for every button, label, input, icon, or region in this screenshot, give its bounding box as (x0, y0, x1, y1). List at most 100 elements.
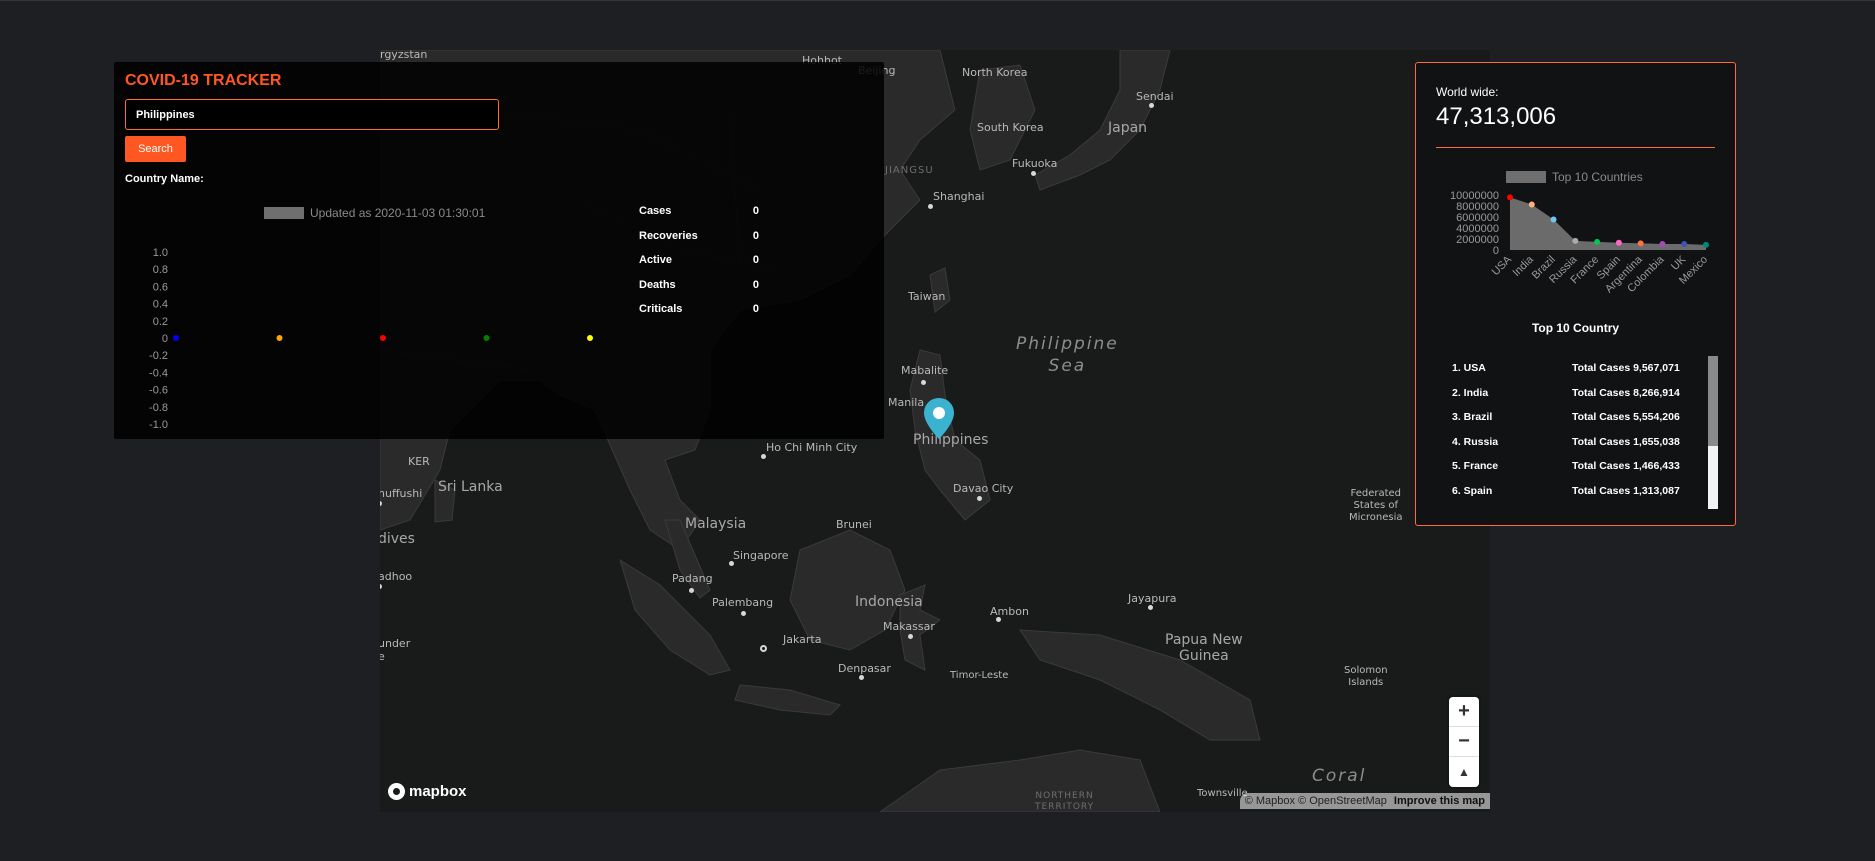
country-name: 4. Russia (1452, 435, 1499, 448)
city-dot (921, 380, 926, 385)
map-label: Davao City (953, 482, 1014, 495)
y-tick-label: 0.2 (153, 316, 168, 328)
stat-label: Criticals (639, 303, 683, 315)
stat-label: Active (639, 254, 673, 266)
map-label: dives (380, 531, 415, 547)
zoom-in-button[interactable]: + (1449, 697, 1479, 727)
map-label: Denpasar (838, 662, 891, 675)
map-label: Shanghai (933, 190, 985, 203)
y-tick-label: 0.4 (153, 299, 168, 311)
search-button[interactable]: Search (125, 136, 186, 162)
map-label: Fukuoka (1012, 157, 1058, 170)
y-tick-label: 0.6 (153, 281, 168, 293)
stat-row: Cases 0 (639, 205, 759, 230)
x-tick-label: Active (574, 431, 607, 432)
data-point (380, 335, 386, 341)
chart-legend-label: Top 10 Countries (1552, 170, 1643, 184)
country-total-cases: Total Cases 5,554,206 (1572, 411, 1680, 424)
data-point (1703, 241, 1709, 248)
world-panel: World wide: 47,313,006 Top 10 Countries … (1415, 62, 1736, 526)
list-item[interactable]: 5. France Total Cases 1,466,433 (1436, 454, 1718, 479)
map-label: Papua New Guinea (1165, 632, 1243, 664)
map-label: Mabalite (901, 364, 949, 377)
map-label: Ambon (990, 605, 1029, 618)
improve-map-link[interactable]: Improve this map (1394, 795, 1485, 807)
list-item[interactable]: 1. USA Total Cases 9,567,071 (1436, 356, 1718, 381)
map-label: Jayapura (1128, 592, 1177, 605)
divider (1436, 147, 1715, 148)
map-label: Federated States of Micronesia (1349, 488, 1403, 523)
map-label: Jakarta (783, 633, 822, 646)
country-total-cases: Total Cases 1,655,038 (1572, 435, 1680, 448)
data-point (276, 335, 283, 341)
chart-legend-swatch (264, 207, 304, 219)
map-label: adhoo (380, 570, 413, 583)
data-point (173, 335, 179, 341)
list-item[interactable]: 6. Spain Total Cases 1,313,087 (1436, 479, 1718, 504)
data-point (1528, 201, 1535, 208)
list-item[interactable]: 4. Russia Total Cases 1,655,038 (1436, 430, 1718, 455)
stats-table: Cases 0 Recoveries 0 Active 0 Deaths 0 Criticals… (639, 205, 759, 328)
world-wide-label: World wide: (1436, 85, 1499, 99)
map-label: Padang (672, 572, 713, 585)
country-name: 1. USA (1452, 362, 1486, 375)
data-point (587, 335, 593, 341)
y-tick-label: 0 (1493, 245, 1499, 257)
city-dot (741, 611, 746, 616)
map-label: huffushi (380, 487, 423, 500)
compass-button[interactable]: ▲ (1449, 757, 1479, 787)
stat-value: 0 (752, 229, 759, 242)
country-total-cases: Total Cases 9,567,071 (1572, 362, 1680, 375)
city-dot (689, 588, 694, 593)
city-dot (908, 634, 913, 639)
map-label: Palembang (712, 596, 774, 609)
map-label: Sendai (1136, 90, 1174, 103)
y-tick-label: -0.4 (149, 367, 168, 379)
map-label: Manila (888, 396, 925, 409)
location-pin-icon[interactable] (922, 397, 956, 441)
map-label: Solomon Islands (1344, 665, 1388, 688)
map-label: Taiwan (908, 290, 946, 303)
stat-label: Deaths (639, 278, 676, 291)
map-label: under e (380, 637, 411, 663)
top-countries-chart: Top 10 Countries 10000000800000060000004… (1450, 170, 1710, 295)
x-tick-label: Recoveries (456, 431, 516, 432)
country-search-input[interactable] (125, 99, 499, 130)
mapbox-logo-text: mapbox (409, 783, 467, 800)
data-point (1507, 194, 1513, 201)
stat-label: Cases (639, 205, 672, 217)
map-label: North Korea (962, 66, 1028, 79)
map-label: Brunei (836, 518, 872, 531)
map-label: Makassar (883, 620, 935, 633)
country-total-cases: Total Cases 1,466,433 (1572, 460, 1680, 473)
map-label: Indonesia (855, 594, 923, 610)
mapbox-logo[interactable]: mapbox (388, 783, 467, 800)
x-tick-label: Criticals (258, 431, 301, 432)
stat-value: 0 (752, 254, 759, 266)
top10-list[interactable]: 1. USA Total Cases 9,567,071 2. India Total… (1436, 356, 1718, 509)
scrollbar[interactable] (1708, 356, 1718, 509)
city-dot (1031, 171, 1036, 176)
chart-legend-swatch (1506, 171, 1546, 183)
data-point (483, 335, 490, 341)
map-label: South Korea (977, 121, 1044, 134)
zoom-out-button[interactable]: − (1449, 727, 1479, 757)
list-item[interactable]: 2. India Total Cases 8,266,914 (1436, 381, 1718, 406)
stat-row: Deaths 0 (639, 279, 759, 304)
country-name: 5. France (1452, 460, 1499, 473)
city-dot (729, 561, 734, 566)
data-point (1572, 237, 1579, 244)
city-dot (928, 204, 933, 209)
tracker-panel: COVID-19 TRACKER Search Country Name: Up… (114, 62, 884, 439)
list-item[interactable]: 3. Brazil Total Cases 5,554,206 (1436, 405, 1718, 430)
map-attribution: © Mapbox © OpenStreetMap Improve this ma… (1239, 793, 1490, 809)
city-dot (1148, 605, 1153, 610)
map-label: Ho Chi Minh City (766, 441, 858, 454)
y-tick-label: 0.8 (153, 264, 168, 276)
city-dot (977, 496, 982, 501)
attribution-text[interactable]: © Mapbox © OpenStreetMap (1245, 795, 1387, 807)
map-label: Timor-Leste (950, 670, 1009, 681)
data-point (1615, 239, 1622, 246)
data-point (1550, 216, 1557, 223)
stat-row: Criticals 0 (639, 303, 759, 328)
